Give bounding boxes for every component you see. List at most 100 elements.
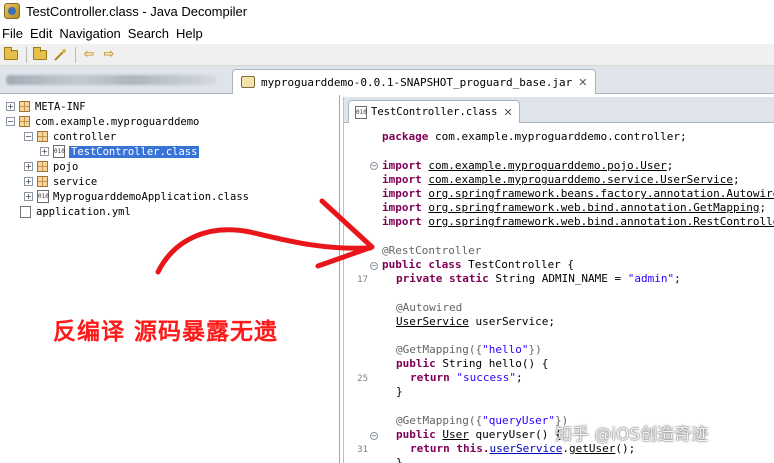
class-name: TestController {	[468, 258, 575, 271]
import-path: com.example.myproguarddemo.pojo.User	[428, 159, 667, 172]
keyword: import	[382, 159, 429, 172]
open-type-button[interactable]	[31, 46, 49, 64]
import-path: org.springframework.beans.factory.annota…	[428, 187, 774, 200]
expand-icon[interactable]: +	[6, 102, 15, 111]
import-path: org.springframework.web.bind.annotation.…	[428, 201, 760, 214]
tree-item-testcontroller-class[interactable]: + 010 TestController.class	[40, 144, 200, 159]
toolbar-separator	[26, 46, 27, 63]
line-number: 31	[357, 445, 368, 455]
code-line-import: import org.springframework.beans.factory…	[382, 187, 774, 201]
menu-edit[interactable]: Edit	[30, 26, 57, 41]
class-file-icon: 010	[355, 105, 367, 119]
back-button[interactable]: ⇦	[80, 46, 98, 64]
fold-collapse-icon[interactable]: −	[370, 162, 378, 170]
search-button[interactable]	[51, 46, 69, 64]
field-decl: String ADMIN_NAME =	[495, 272, 628, 285]
menu-file[interactable]: File	[2, 26, 28, 41]
search-icon	[54, 48, 66, 61]
redacted-file-tab[interactable]	[6, 71, 226, 89]
window-title: TestController.class - Java Decompiler	[26, 3, 248, 19]
code-line-close-brace: }	[396, 456, 403, 463]
menu-bar: File Edit Navigation Search Help	[0, 22, 774, 44]
expand-icon[interactable]: +	[24, 162, 33, 171]
keyword: package	[382, 130, 435, 143]
tree-item-meta-inf[interactable]: + META-INF	[6, 99, 86, 114]
watermark: 知乎 @iOS创造奇迹	[555, 425, 709, 445]
forward-button[interactable]: ⇨	[100, 46, 118, 64]
annotation: @GetMapping({	[396, 414, 483, 427]
menu-help[interactable]: Help	[176, 26, 208, 41]
annotation-close: })	[528, 343, 542, 356]
expand-icon[interactable]: +	[40, 147, 49, 156]
package-icon	[37, 131, 48, 142]
editor-tab-testcontroller[interactable]: 010 TestController.class ✕	[348, 100, 520, 123]
code-line-annotation: @Autowired	[396, 301, 463, 314]
type-name: User	[442, 428, 469, 441]
class-file-icon: 010	[53, 145, 65, 158]
code-line-method: public User queryUser() {	[396, 428, 562, 442]
annotation: @GetMapping({	[396, 343, 483, 356]
tree-item-label: pojo	[53, 160, 79, 173]
collapse-icon[interactable]: −	[6, 117, 15, 126]
back-arrow-icon: ⇦	[83, 47, 95, 62]
package-icon	[19, 116, 30, 127]
expand-icon[interactable]: +	[24, 192, 33, 201]
tree-item-service[interactable]: + service	[24, 174, 97, 189]
open-file-button[interactable]	[2, 46, 20, 64]
semicolon: ;	[733, 173, 740, 186]
open-type-icon	[33, 46, 47, 60]
expand-icon[interactable]: +	[24, 177, 33, 186]
code-line-method: public String hello() {	[396, 357, 548, 371]
keyword: import	[382, 215, 429, 228]
code-line-import: import com.example.myproguarddemo.servic…	[382, 173, 740, 187]
string-literal: "success"	[456, 371, 516, 384]
tree-item-pojo[interactable]: + pojo	[24, 159, 78, 174]
menu-search[interactable]: Search	[128, 26, 174, 41]
tree-item-label: META-INF	[35, 100, 86, 113]
file-tab-strip: myproguarddemo-0.0.1-SNAPSHOT_proguard_b…	[0, 66, 774, 94]
code-editor: 010 TestController.class ✕ − − 17 25 − 3…	[343, 97, 774, 463]
method-signature: String hello() {	[442, 357, 549, 370]
keyword: private static	[396, 272, 496, 285]
tree-item-application-yml[interactable]: application.yml	[20, 204, 131, 219]
method-signature: queryUser() {	[468, 428, 562, 441]
code-area[interactable]: package com.example.myproguarddemo.contr…	[380, 124, 774, 463]
title-bar: TestController.class - Java Decompiler	[0, 0, 774, 22]
fold-collapse-icon[interactable]: −	[370, 432, 378, 440]
tree-item-label: MyproguarddemoApplication.class	[53, 190, 249, 203]
tree-item-controller[interactable]: − controller	[24, 129, 116, 144]
menu-navigation[interactable]: Navigation	[59, 26, 125, 41]
package-tree: + META-INF − com.example.myproguarddemo …	[0, 95, 340, 463]
jar-icon	[241, 76, 255, 88]
annotation-caption: 反编译 源码暴露无遗	[53, 319, 279, 345]
redacted-label	[6, 75, 216, 85]
line-number-gutter: − − 17 25 − 31	[344, 124, 378, 463]
code-line-field: UserService userService;	[396, 315, 555, 329]
field-name: userService;	[468, 315, 555, 328]
package-icon	[37, 161, 48, 172]
semicolon: ;	[674, 272, 681, 285]
forward-arrow-icon: ⇨	[103, 47, 115, 62]
tree-item-label: service	[53, 175, 98, 188]
semicolon: ;	[759, 201, 767, 214]
code-line-package: package com.example.myproguarddemo.contr…	[382, 130, 687, 144]
collapse-icon[interactable]: −	[24, 132, 33, 141]
open-folder-icon	[4, 46, 18, 60]
fold-collapse-icon[interactable]: −	[370, 262, 378, 270]
string-literal: "hello"	[482, 343, 529, 356]
tree-item-label-selected: TestController.class	[69, 145, 200, 158]
close-tab-icon[interactable]: ✕	[578, 76, 587, 89]
tree-item-root-package[interactable]: − com.example.myproguarddemo	[6, 114, 199, 129]
java-decompiler-app-icon	[4, 3, 20, 19]
jar-file-tab[interactable]: myproguarddemo-0.0.1-SNAPSHOT_proguard_b…	[232, 69, 597, 94]
string-literal: "queryUser"	[482, 414, 555, 427]
string-literal: "admin"	[627, 272, 675, 285]
package-name: com.example.myproguarddemo.controller;	[434, 130, 687, 143]
tree-item-label: com.example.myproguarddemo	[35, 115, 200, 128]
tree-item-application-class[interactable]: + 010 MyproguarddemoApplication.class	[24, 189, 249, 204]
jar-tab-label: myproguarddemo-0.0.1-SNAPSHOT_proguard_b…	[261, 75, 573, 89]
code-line-import: import org.springframework.web.bind.anno…	[382, 215, 774, 229]
close-tab-icon[interactable]: ✕	[503, 106, 512, 119]
import-path: org.springframework.web.bind.annotation.…	[428, 215, 774, 228]
semicolon: ;	[515, 371, 523, 384]
